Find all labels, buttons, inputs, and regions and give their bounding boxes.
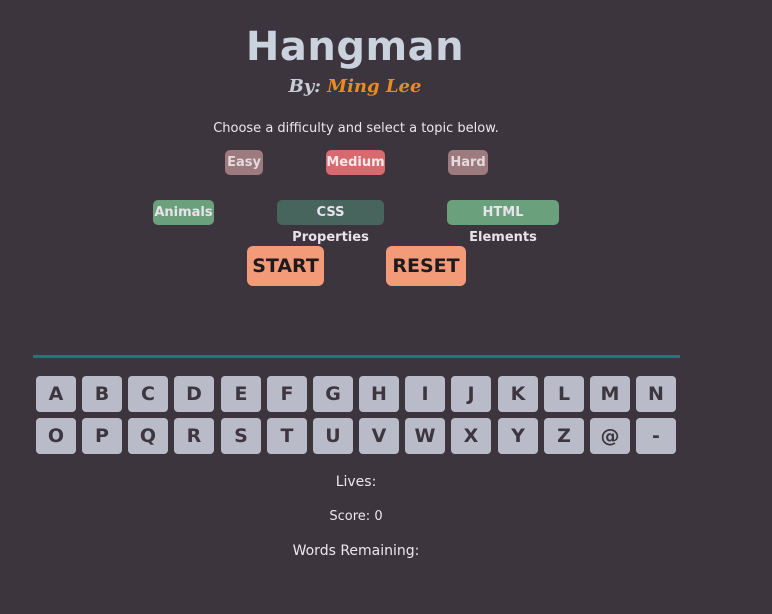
key-button[interactable]: P	[82, 418, 122, 454]
key-button[interactable]: E	[221, 376, 261, 412]
key-button[interactable]: Q	[128, 418, 168, 454]
divider	[33, 355, 680, 358]
key-button[interactable]: O	[36, 418, 76, 454]
key-button[interactable]: B	[82, 376, 122, 412]
key-button[interactable]: G	[313, 376, 353, 412]
topic-animals-button[interactable]: Animals	[153, 200, 214, 225]
key-button[interactable]: X	[451, 418, 491, 454]
key-button[interactable]: C	[128, 376, 168, 412]
key-button[interactable]: I	[405, 376, 445, 412]
key-button[interactable]: K	[498, 376, 538, 412]
reset-button[interactable]: RESET	[386, 246, 466, 286]
key-button[interactable]: R	[174, 418, 214, 454]
key-button[interactable]: D	[174, 376, 214, 412]
page-title: Hangman	[245, 24, 465, 70]
key-button[interactable]: N	[636, 376, 676, 412]
key-button[interactable]: A	[36, 376, 76, 412]
key-button[interactable]: Y	[498, 418, 538, 454]
key-button[interactable]: T	[267, 418, 307, 454]
key-button[interactable]: J	[451, 376, 491, 412]
key-button[interactable]: H	[359, 376, 399, 412]
key-button[interactable]: W	[405, 418, 445, 454]
start-button[interactable]: START	[247, 246, 324, 286]
key-button[interactable]: L	[544, 376, 584, 412]
difficulty-medium-button[interactable]: Medium	[326, 150, 385, 175]
key-button[interactable]: S	[221, 418, 261, 454]
score-label: Score: 0	[329, 509, 383, 524]
instructions-text: Choose a difficulty and select a topic b…	[213, 121, 499, 136]
key-button[interactable]: M	[590, 376, 630, 412]
byline: By: Ming Lee	[260, 76, 450, 97]
key-button[interactable]: F	[267, 376, 307, 412]
difficulty-easy-button[interactable]: Easy	[225, 150, 263, 175]
topic-css-properties-button[interactable]: CSS Properties	[277, 200, 384, 245]
key-button[interactable]: @	[590, 418, 630, 454]
key-button[interactable]: V	[359, 418, 399, 454]
difficulty-hard-button[interactable]: Hard	[448, 150, 488, 175]
key-button[interactable]: U	[313, 418, 353, 454]
topic-html-elements-button[interactable]: HTML Elements	[447, 200, 559, 245]
key-button[interactable]: -	[636, 418, 676, 454]
words-remaining-label: Words Remaining:	[292, 543, 420, 559]
byline-prefix: By:	[288, 76, 321, 97]
key-button[interactable]: Z	[544, 418, 584, 454]
author-name: Ming Lee	[327, 76, 422, 97]
lives-label: Lives:	[335, 474, 377, 490]
